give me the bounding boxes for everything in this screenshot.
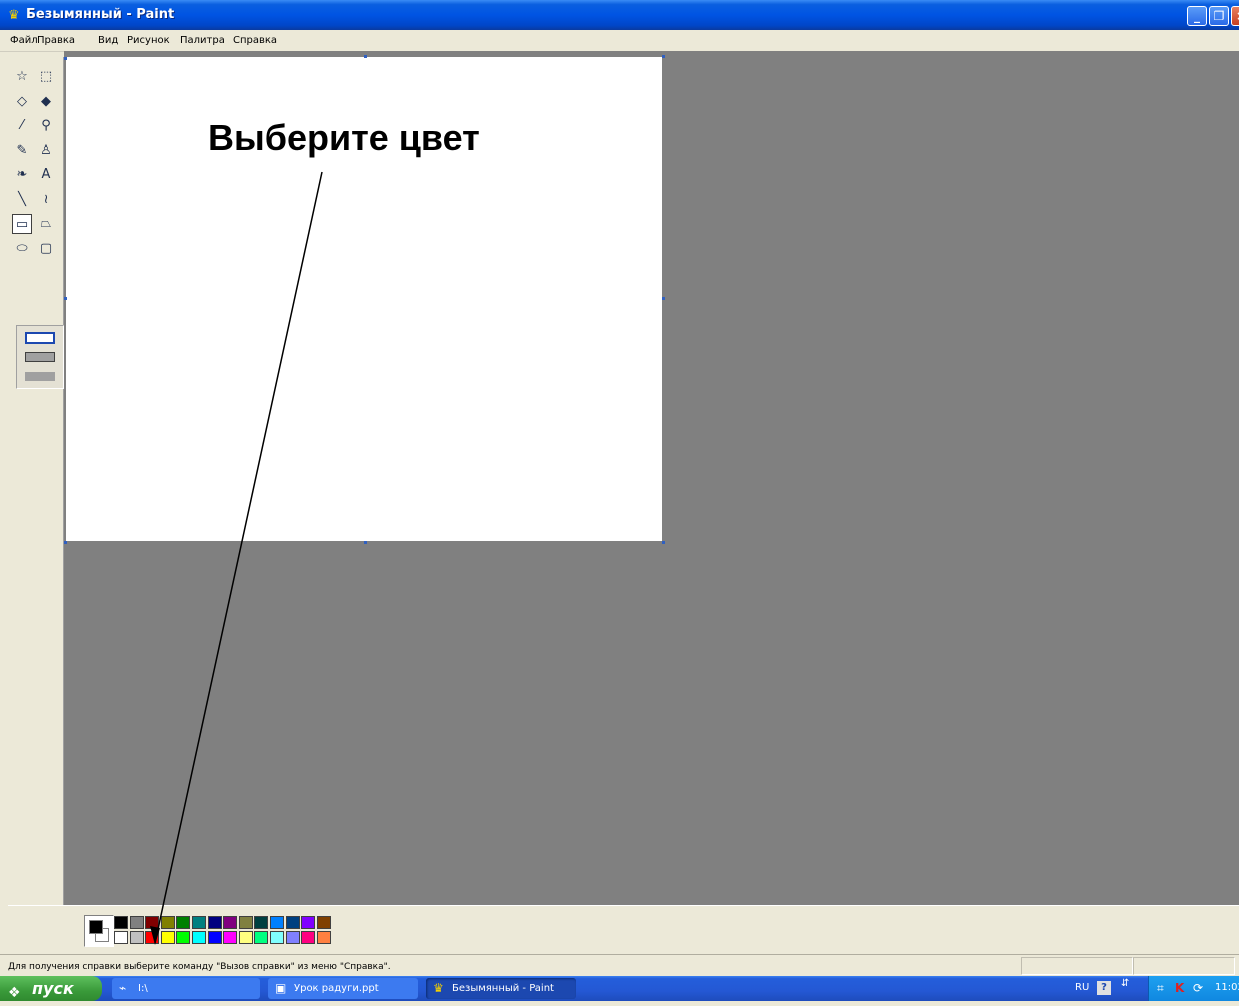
callout-arrow	[150, 171, 323, 945]
arrow-head	[150, 926, 160, 945]
arrow-line	[154, 171, 323, 944]
